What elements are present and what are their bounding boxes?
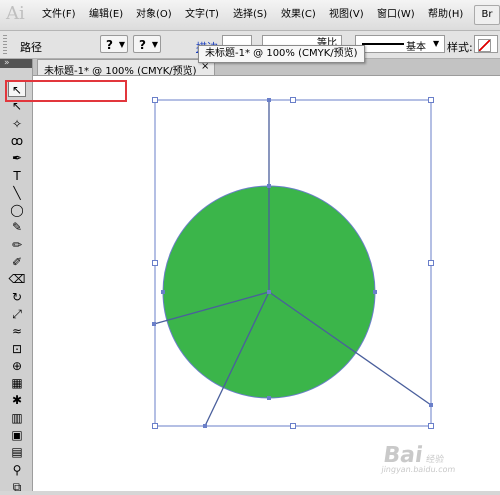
stroke-color-value: ? <box>139 38 146 52</box>
magic-wand-tool-icon[interactable]: ✧ <box>8 116 26 132</box>
gradient-tool-icon[interactable]: ▤ <box>8 444 26 460</box>
chevron-down-icon: ▼ <box>118 40 125 49</box>
brush-stroke-preview <box>362 43 404 45</box>
menu-view[interactable]: 视图(V) <box>329 9 364 21</box>
tooltip: 未标题-1* @ 100% (CMYK/预览) <box>198 45 365 63</box>
chevron-down-icon[interactable]: ▼ <box>433 35 443 53</box>
paintbrush-tool-icon[interactable]: ✎ <box>8 219 26 235</box>
handle-bottom-left <box>152 423 158 429</box>
warp-tool-icon[interactable]: ≈ <box>8 323 26 339</box>
anchor-point <box>152 322 156 326</box>
tools-panel: » ↖ ↖ ✧ ꝏ ✒ T ╲ ◯ ✎ ✏ ✐ ⌫ ↻ ⤢ ≈ ⊡ ⊕ ▦ ✱ ▥ ▣ ▤ ⚲ ⧉ <box>0 57 33 494</box>
watermark: Bai经验 jingyan.baidu.com <box>381 443 459 474</box>
no-style-icon <box>478 39 491 52</box>
anchor-point <box>161 290 165 294</box>
app-logo: Ai <box>6 3 25 24</box>
collapse-icon[interactable]: » <box>4 57 10 69</box>
handle-top-right <box>428 97 434 103</box>
anchor-point <box>429 403 433 407</box>
menu-type[interactable]: 文字(T) <box>185 9 219 21</box>
menu-bar: Ai 文件(F) 编辑(E) 对象(O) 文字(T) 选择(S) 效果(C) 视… <box>0 0 500 31</box>
anchor-point <box>267 184 271 188</box>
rotate-tool-icon[interactable]: ↻ <box>8 289 26 305</box>
handle-top-left <box>152 97 158 103</box>
line-tool-icon[interactable]: ╲ <box>8 185 26 201</box>
type-tool-icon[interactable]: T <box>8 168 26 184</box>
menu-select[interactable]: 选择(S) <box>233 9 267 21</box>
watermark-suffix: 经验 <box>425 455 445 465</box>
artboard-tool-icon[interactable]: ▣ <box>8 427 26 443</box>
anchor-point <box>267 396 271 400</box>
shape-builder-tool-icon[interactable]: ⊕ <box>8 358 26 374</box>
perspective-grid-tool-icon[interactable]: ▦ <box>8 375 26 391</box>
stroke-swatch-dropdown[interactable]: ? ▼ <box>133 35 161 53</box>
scale-tool-icon[interactable]: ⤢ <box>8 306 26 322</box>
artwork <box>152 97 434 429</box>
brush-definition[interactable]: 基本 <box>355 35 445 53</box>
graphic-style-picker[interactable] <box>474 35 498 53</box>
menu-help[interactable]: 帮助(H) <box>428 9 463 21</box>
free-transform-tool-icon[interactable]: ⊡ <box>8 341 26 357</box>
fill-swatch-dropdown[interactable]: ? ▼ <box>100 35 128 53</box>
ellipse-tool-icon[interactable]: ◯ <box>8 202 26 218</box>
menu-edit[interactable]: 编辑(E) <box>89 9 123 21</box>
anchor-point <box>373 290 377 294</box>
menu-file[interactable]: 文件(F) <box>42 9 76 21</box>
chevron-down-icon: ▼ <box>151 40 158 49</box>
tools-panel-header[interactable]: » <box>0 57 32 69</box>
brush-name: 基本 <box>406 42 426 53</box>
pen-tool-icon[interactable]: ✒ <box>8 150 26 166</box>
menu-object[interactable]: 对象(O) <box>136 9 172 21</box>
bridge-button[interactable]: Br <box>474 5 500 25</box>
menu-window[interactable]: 窗口(W) <box>377 9 415 21</box>
blob-brush-tool-icon[interactable]: ✐ <box>8 254 26 270</box>
handle-bottom-right <box>428 423 434 429</box>
anchor-point <box>267 98 271 102</box>
panel-grip[interactable] <box>3 35 7 55</box>
document-tab[interactable]: 未标题-1* @ 100% (CMYK/预览) × <box>37 59 215 77</box>
handle-bottom-center <box>290 423 296 429</box>
eyedropper-tool-icon[interactable]: ⚲ <box>8 462 26 478</box>
document-tab-label: 未标题-1* @ 100% (CMYK/预览) <box>44 66 197 77</box>
handle-middle-left <box>152 260 158 266</box>
lasso-tool-icon[interactable]: ꝏ <box>8 133 26 149</box>
handle-middle-right <box>428 260 434 266</box>
symbol-sprayer-tool-icon[interactable]: ✱ <box>8 392 26 408</box>
column-graph-tool-icon[interactable]: ▥ <box>8 410 26 426</box>
fill-value: ? <box>106 38 113 52</box>
menu-effect[interactable]: 效果(C) <box>281 9 316 21</box>
watermark-url: jingyan.baidu.com <box>380 465 456 474</box>
style-label: 样式: <box>447 41 473 54</box>
pencil-tool-icon[interactable]: ✏ <box>8 237 26 253</box>
highlight-box <box>5 80 127 102</box>
anchor-point <box>267 290 271 294</box>
anchor-point <box>203 424 207 428</box>
artboard-canvas[interactable] <box>33 76 500 491</box>
blend-tool-icon[interactable]: ⧉ <box>8 479 26 495</box>
object-type-label: 路径 <box>20 41 42 54</box>
handle-top-center <box>290 97 296 103</box>
eraser-tool-icon[interactable]: ⌫ <box>8 271 26 287</box>
